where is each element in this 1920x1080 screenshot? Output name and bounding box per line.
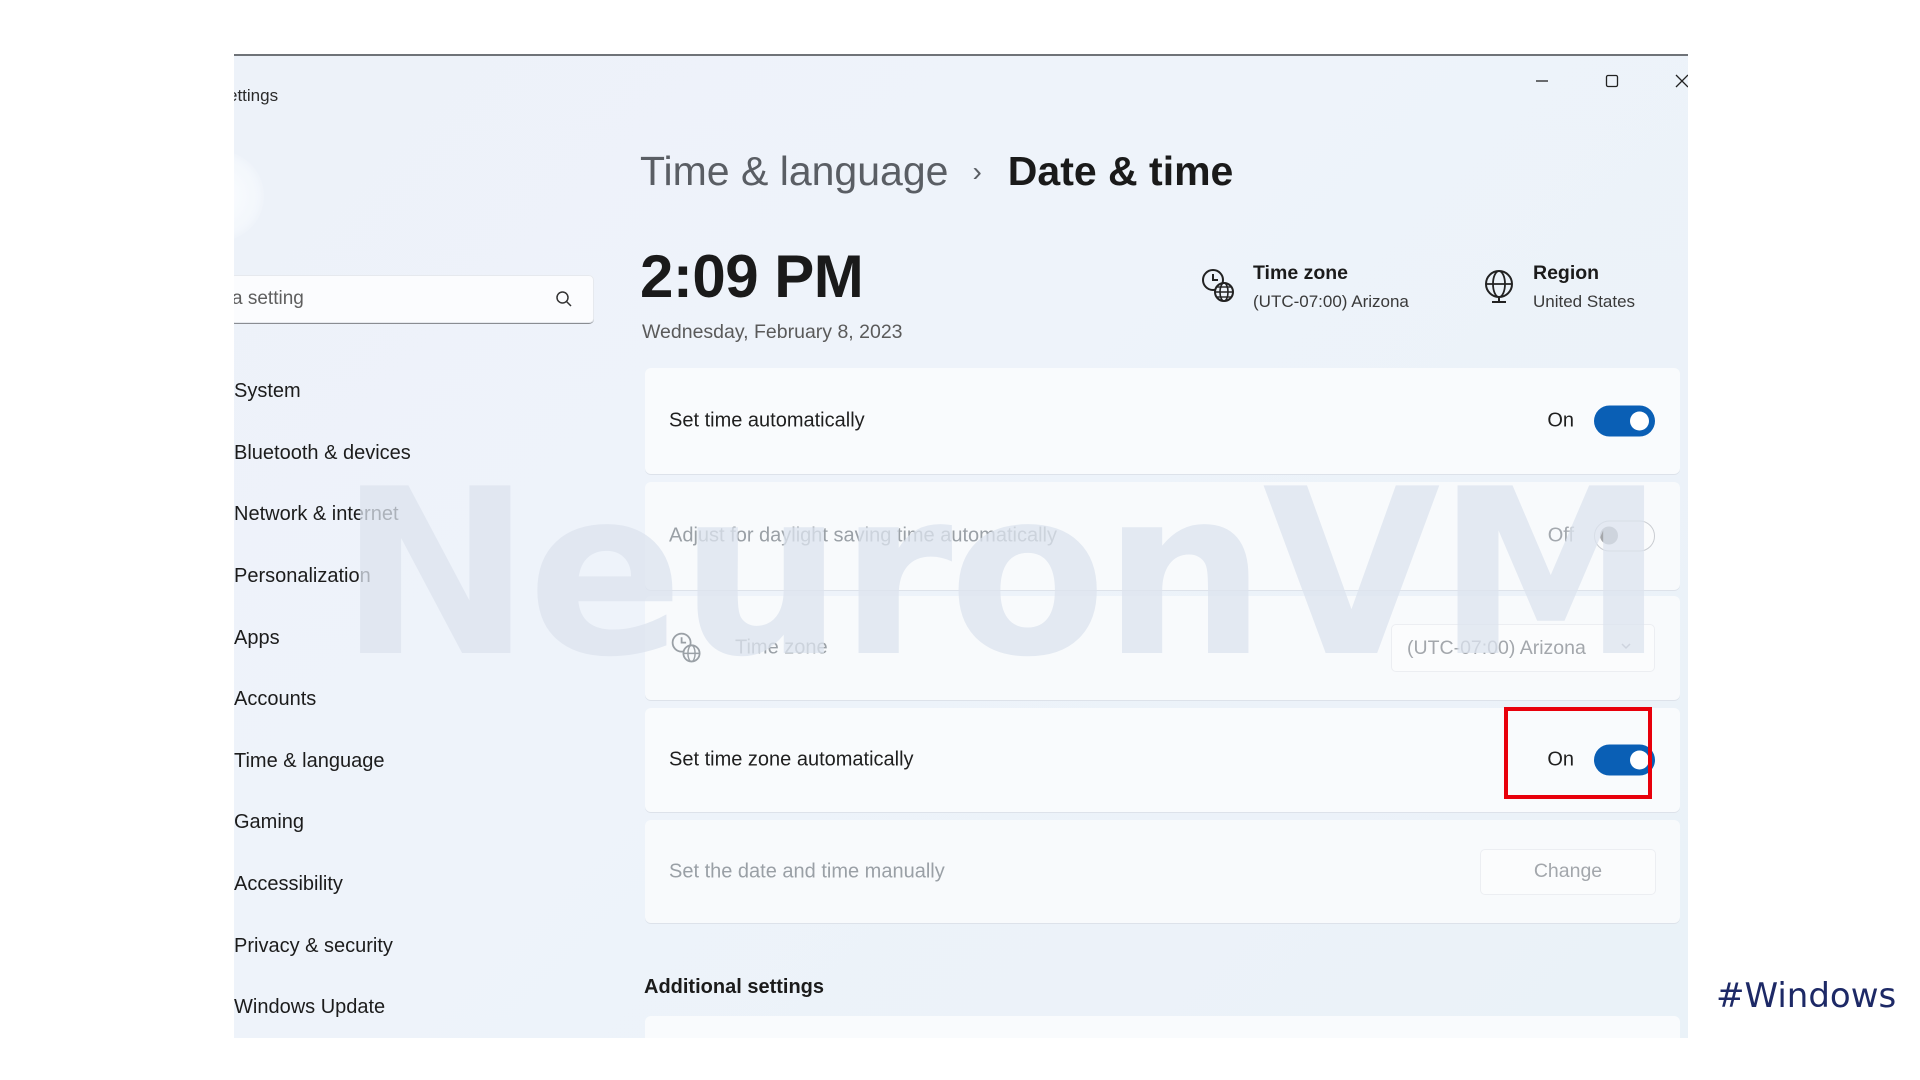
sidebar-item-accounts[interactable]: Accounts [234, 669, 598, 731]
additional-settings-heading: Additional settings [644, 976, 824, 998]
globe-icon [1485, 270, 1513, 303]
sidebar-item-bluetooth-devices[interactable]: Bluetooth & devices [234, 423, 598, 485]
search-input[interactable]: a setting [234, 288, 304, 310]
timezone-value: (UTC-07:00) Arizona [1253, 292, 1409, 311]
breadcrumb-chevron-icon: › [972, 155, 982, 187]
set-time-automatically-label: Set time automatically [669, 409, 865, 432]
user-avatar[interactable] [234, 151, 264, 241]
timezone-title: Time zone [1253, 262, 1348, 284]
search-box[interactable]: a setting [234, 275, 594, 324]
set-date-time-manually-label: Set the date and time manually [669, 860, 945, 882]
maximize-button[interactable] [1584, 64, 1640, 98]
time-zone-dropdown[interactable]: (UTC-07:00) Arizona [1391, 624, 1655, 672]
clock-globe-icon [1202, 269, 1234, 302]
daylight-saving-state: Off [1547, 524, 1574, 547]
toggle-knob [1630, 411, 1649, 431]
clock-globe-icon [671, 632, 701, 663]
sidebar-item-accessibility[interactable]: Accessibility [234, 854, 598, 916]
breadcrumb-parent[interactable]: Time & language [640, 148, 948, 195]
region-value: United States [1533, 292, 1636, 311]
app-title: ettings [234, 86, 279, 105]
daylight-saving-label: Adjust for daylight saving time automati… [669, 524, 1057, 547]
time-zone-card: Time zone (UTC-07:00) Arizona [645, 596, 1680, 700]
region-title: Region [1533, 262, 1600, 284]
maximize-icon [1605, 74, 1619, 88]
settings-window: NeuronVM ettings a setting System Blueto… [234, 54, 1688, 1038]
toggle-knob [1600, 526, 1618, 545]
sidebar-item-windows-update[interactable]: Windows Update [234, 977, 598, 1038]
sidebar-item-personalization[interactable]: Personalization [234, 546, 598, 608]
timezone-info: Time zone (UTC-07:00) Arizona [1199, 262, 1409, 312]
page-title: Date & time [1007, 148, 1234, 194]
additional-settings-card[interactable] [645, 1016, 1680, 1038]
breadcrumb: Time & language › Date & time [640, 148, 1233, 195]
set-time-zone-automatically-label: Set time zone automatically [669, 748, 914, 771]
minimize-button[interactable] [1514, 64, 1570, 98]
sidebar-item-system[interactable]: System [234, 361, 598, 423]
set-time-automatically-card: Set time automatically On [645, 368, 1680, 474]
sidebar-item-apps[interactable]: Apps [234, 607, 598, 669]
sidebar-nav: System Bluetooth & devices Network & int… [234, 361, 598, 1038]
region-info: Region United States [1479, 262, 1635, 312]
daylight-saving-card: Adjust for daylight saving time automati… [645, 482, 1680, 590]
time-zone-dropdown-value: (UTC-07:00) Arizona [1407, 636, 1586, 659]
sidebar-item-privacy-security[interactable]: Privacy & security [234, 915, 598, 977]
time-zone-label: Time zone [735, 636, 828, 659]
set-date-time-manually-card: Set the date and time manually Change [645, 820, 1680, 923]
search-icon[interactable] [554, 289, 574, 309]
change-button[interactable]: Change [1480, 848, 1656, 895]
highlight-box [1504, 707, 1652, 799]
daylight-saving-toggle[interactable] [1594, 520, 1655, 552]
set-time-automatically-toggle[interactable] [1594, 405, 1655, 437]
chevron-down-icon [1621, 643, 1631, 650]
sidebar-item-network-internet[interactable]: Network & internet [234, 484, 598, 546]
sidebar-item-time-language[interactable]: Time & language [234, 731, 598, 793]
sidebar-item-gaming[interactable]: Gaming [234, 792, 598, 854]
hashtag-label: #Windows [1716, 976, 1897, 1016]
minimize-icon [1536, 80, 1548, 82]
current-time: 2:09 PM [640, 243, 864, 310]
current-date: Wednesday, February 8, 2023 [642, 321, 903, 343]
set-time-automatically-state: On [1547, 409, 1574, 432]
close-button[interactable] [1654, 64, 1688, 98]
close-icon [1675, 74, 1688, 88]
